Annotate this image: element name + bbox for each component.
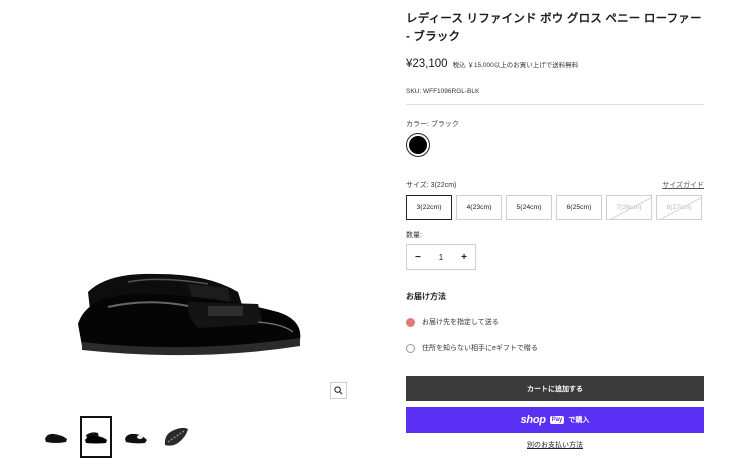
radio-checked[interactable] xyxy=(406,317,415,327)
product-title: レディース リファインド ボウ グロス ペニー ローファー - ブラック xyxy=(406,13,702,43)
shop-pay-button[interactable]: shop Pay で購入 xyxy=(406,407,704,433)
size-label: サイズ: 3(22cm) xyxy=(406,182,457,189)
color-swatch-black[interactable] xyxy=(406,133,430,157)
size-option-4[interactable]: 4(23cm) xyxy=(456,195,502,220)
zoom-button[interactable] xyxy=(330,382,347,399)
delivery-option-egift-label: 住所を知らない相手にeギフトで贈る xyxy=(422,345,538,352)
quantity-plus-button[interactable]: + xyxy=(461,252,467,263)
size-options: 3(22cm) 4(23cm) 5(24cm) 6(25cm) 7(26cm) … xyxy=(406,195,702,220)
quantity-stepper: − 1 + xyxy=(406,244,476,270)
add-to-cart-button[interactable]: カートに追加する xyxy=(406,376,704,401)
thumbnail-2[interactable] xyxy=(80,416,112,458)
size-option-5[interactable]: 5(24cm) xyxy=(506,195,552,220)
delivery-title: お届け方法 xyxy=(406,292,446,301)
size-option-6[interactable]: 6(25cm) xyxy=(556,195,602,220)
size-option-8[interactable]: 8(27cm) xyxy=(656,195,702,220)
delivery-option-address[interactable]: お届け先を指定して送る xyxy=(406,317,499,327)
quantity-label: 数量: xyxy=(406,232,422,239)
delivery-option-egift[interactable]: 住所を知らない相手にeギフトで贈る xyxy=(406,343,538,353)
product-gallery xyxy=(0,0,360,460)
product-price: ¥23,100 xyxy=(406,58,448,70)
quantity-value[interactable]: 1 xyxy=(439,253,443,262)
price-note: 税込 ￥15,000以上のお買い上げで送料無料 xyxy=(452,62,579,69)
product-sku: SKU: WFF1096RGL-BLK xyxy=(406,88,480,95)
quantity-minus-button[interactable]: − xyxy=(415,252,421,263)
thumbnail-3[interactable] xyxy=(120,416,152,458)
magnifier-icon xyxy=(334,386,343,395)
main-product-image[interactable] xyxy=(68,262,318,362)
divider xyxy=(406,104,704,105)
price-row: ¥23,100 税込 ￥15,000以上のお買い上げで送料無料 xyxy=(406,58,578,70)
thumbnail-1[interactable] xyxy=(40,416,72,458)
other-payment-link[interactable]: 別のお支払い方法 xyxy=(406,440,704,450)
size-guide-link[interactable]: サイズガイド xyxy=(662,180,704,190)
swatch-fill xyxy=(409,136,427,154)
size-option-7[interactable]: 7(26cm) xyxy=(606,195,652,220)
size-option-3[interactable]: 3(22cm) xyxy=(406,195,452,220)
thumbnail-4[interactable] xyxy=(160,416,192,458)
shop-pay-logo: shop xyxy=(520,414,546,426)
radio-unchecked[interactable] xyxy=(406,343,415,353)
color-label: カラー: ブラック xyxy=(406,121,459,128)
delivery-option-address-label: お届け先を指定して送る xyxy=(422,319,499,326)
pay-badge: Pay xyxy=(549,416,565,424)
thumbnail-strip xyxy=(40,416,192,458)
shop-pay-label: で購入 xyxy=(568,417,590,424)
